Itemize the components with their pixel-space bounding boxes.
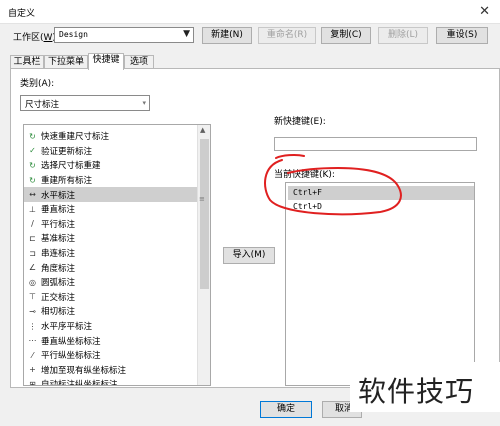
watermark-text: 软件技巧 xyxy=(358,375,475,408)
tab-shortcuts[interactable]: 快捷键 xyxy=(88,53,124,70)
watermark: 软件技巧 xyxy=(350,362,500,412)
ok-button[interactable]: 确定 xyxy=(260,401,312,418)
